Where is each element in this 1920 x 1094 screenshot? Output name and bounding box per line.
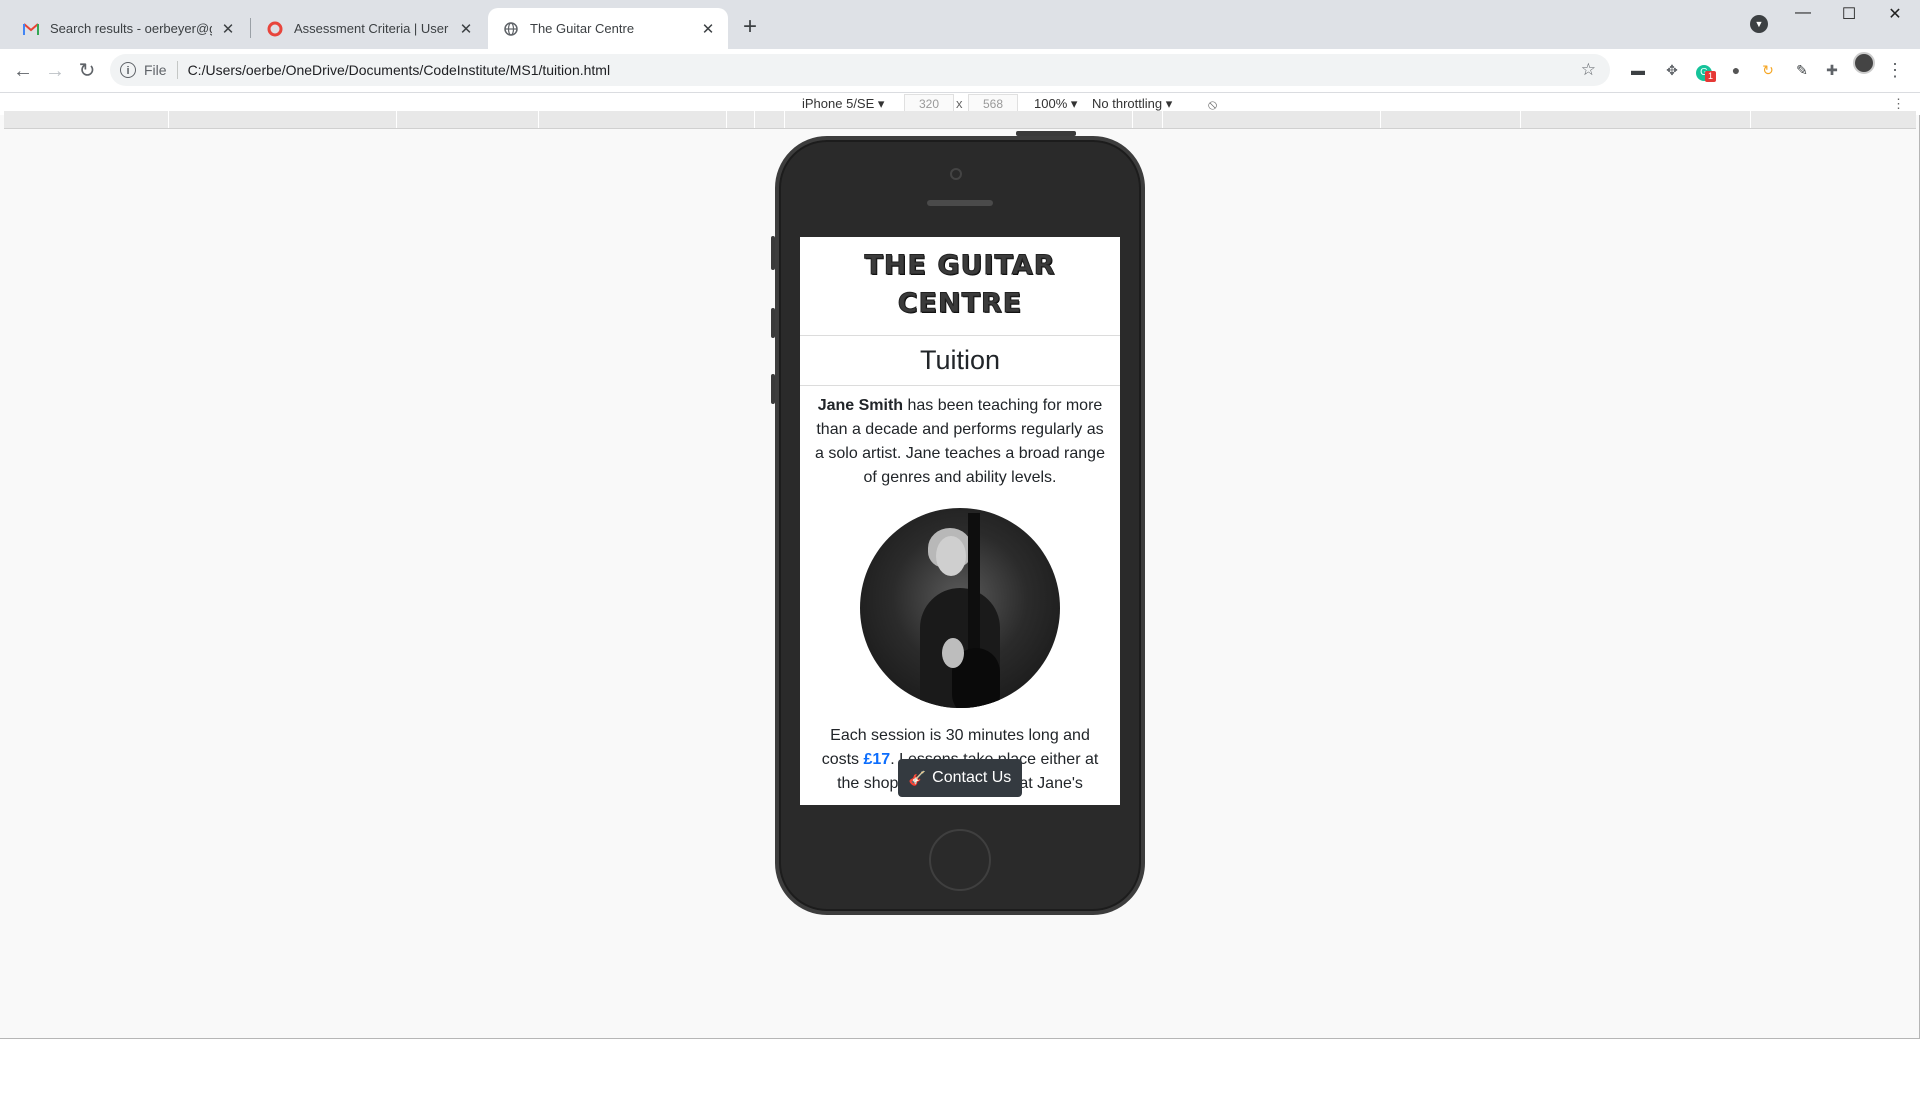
- reload-icon[interactable]: ↻: [74, 58, 100, 84]
- dimension-separator: x: [956, 96, 963, 111]
- guitar-icon: 🎸: [908, 769, 927, 786]
- phone-camera: [950, 168, 962, 180]
- tab-strip: Search results - oerbeyer@googl ✕ Assess…: [0, 0, 1920, 49]
- page-title: Tuition: [919, 345, 1001, 375]
- throttling-select[interactable]: No throttling ▾: [1092, 96, 1172, 112]
- site-logo[interactable]: THE GUITAR CENTRE: [800, 237, 1120, 335]
- puzzle-icon[interactable]: ✚: [1822, 60, 1842, 80]
- globe-icon: [502, 20, 520, 38]
- scheme-label: File: [144, 62, 167, 78]
- extension-badge: 1: [1705, 71, 1716, 82]
- session-price: £17: [863, 751, 891, 768]
- pen-extension-icon[interactable]: ✎: [1792, 60, 1812, 80]
- teacher-portrait-image: [860, 508, 1060, 708]
- address-bar[interactable]: i File C:/Users/oerbe/OneDrive/Documents…: [110, 54, 1610, 86]
- dropbox-icon[interactable]: ✥: [1662, 60, 1682, 80]
- teacher-name: Jane Smith: [817, 397, 904, 414]
- close-icon[interactable]: ✕: [220, 20, 236, 38]
- tab-gmail[interactable]: Search results - oerbeyer@googl ✕: [8, 8, 248, 49]
- maximize-icon[interactable]: ☐: [1826, 4, 1872, 24]
- tab-title: The Guitar Centre: [530, 21, 635, 36]
- contact-us-button[interactable]: 🎸 Contact Us: [898, 759, 1022, 797]
- extension-dashes-icon[interactable]: ▬: [1628, 60, 1648, 80]
- tab-search-icon[interactable]: ▼: [1750, 15, 1768, 33]
- forward-arrow-icon[interactable]: →: [42, 58, 68, 84]
- zoom-select[interactable]: 100% ▾: [1034, 96, 1077, 112]
- info-icon[interactable]: i: [120, 62, 136, 78]
- device-select[interactable]: iPhone 5/SE ▾: [802, 96, 884, 112]
- teacher-intro: Jane Smith has been teaching for more th…: [815, 397, 1105, 486]
- devtools-menu-icon[interactable]: ⋮: [1892, 96, 1905, 112]
- phone-home-button: [929, 829, 991, 891]
- code-institute-icon: [266, 20, 284, 38]
- back-arrow-icon[interactable]: ←: [10, 58, 36, 84]
- new-tab-plus-icon[interactable]: +: [736, 13, 764, 41]
- close-icon[interactable]: ✕: [700, 20, 716, 38]
- media-query-ruler[interactable]: [4, 111, 1916, 129]
- url-text[interactable]: C:/Users/oerbe/OneDrive/Documents/CodeIn…: [188, 62, 611, 78]
- kebab-menu-icon[interactable]: ⋮: [1885, 60, 1905, 80]
- phone-speaker: [927, 200, 993, 206]
- bookmark-star-icon[interactable]: ☆: [1581, 60, 1596, 80]
- close-icon[interactable]: ✕: [458, 20, 474, 38]
- tab-guitar-centre[interactable]: The Guitar Centre ✕: [488, 8, 728, 49]
- circle-extension-icon[interactable]: ●: [1726, 60, 1746, 80]
- refresh-extension-icon[interactable]: ↻: [1758, 60, 1778, 80]
- tab-assessment[interactable]: Assessment Criteria | User Centri ✕: [252, 8, 486, 49]
- minimize-icon[interactable]: —: [1780, 4, 1826, 22]
- tab-title: Assessment Criteria | User Centri: [294, 21, 450, 36]
- window-close-icon[interactable]: ✕: [1872, 4, 1918, 24]
- profile-avatar[interactable]: [1853, 52, 1875, 74]
- gmail-icon: [22, 20, 40, 38]
- browser-window: Search results - oerbeyer@googl ✕ Assess…: [0, 0, 1920, 1039]
- browser-toolbar: ← → ↻ i File C:/Users/oerbe/OneDrive/Doc…: [0, 49, 1920, 93]
- tab-title: Search results - oerbeyer@googl: [50, 21, 212, 36]
- device-viewport: THE GUITAR CENTRE Tuition Jane Smith has…: [800, 237, 1120, 805]
